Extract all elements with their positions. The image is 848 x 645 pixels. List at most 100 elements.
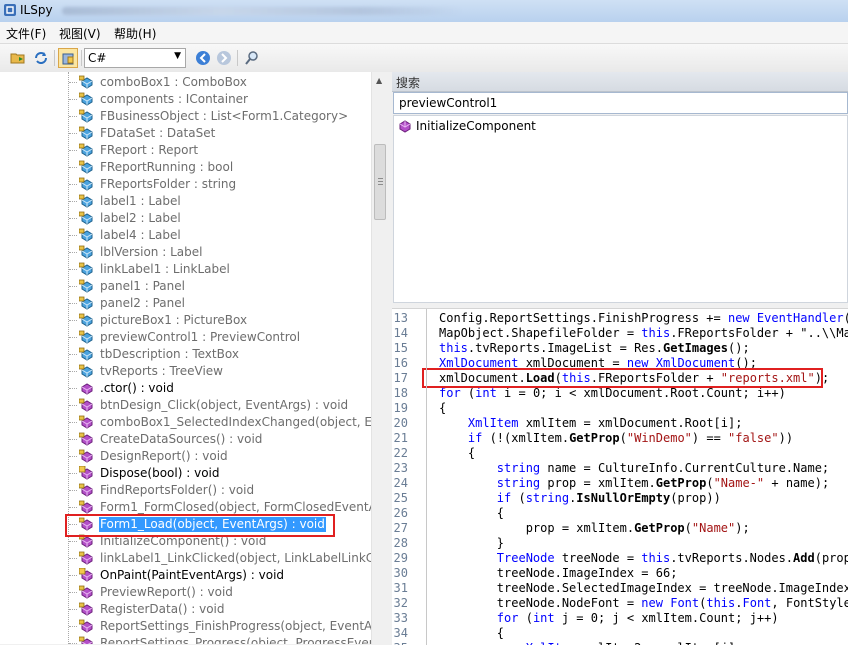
method-icon [79,500,93,514]
tree-item[interactable]: tvReports : TreeView [0,363,371,380]
code-line: 15 this.tvReports.ImageList = Res.GetImag… [392,341,848,356]
forward-button[interactable] [214,48,234,68]
tree-item[interactable]: FBusinessObject : List<Form1.Category> [0,108,371,125]
tree-item-label: linkLabel1_LinkClicked(object, LinkLabel… [100,551,371,565]
grip-line [378,184,383,185]
tree-item[interactable]: OnPaint(PaintEventArgs) : void [0,567,371,584]
tree-item[interactable]: previewControl1 : PreviewControl [0,329,371,346]
search-result-item[interactable]: InitializeComponent [394,117,847,135]
scroll-up-icon[interactable]: ▲ [376,76,382,85]
tree-item[interactable]: panel1 : Panel [0,278,371,295]
open-button[interactable] [8,48,28,68]
tree-item[interactable]: comboBox1 : ComboBox [0,74,371,91]
tree-scrollbar[interactable]: ▲ [371,72,388,644]
tree-item[interactable]: tbDescription : TextBox [0,346,371,363]
code-line: 27 prop = xmlItem.GetProp("Name"); [392,521,848,536]
code-text: if (!(xmlItem.GetProp("WinDemo") == "fal… [467,431,794,445]
tree-item[interactable]: label2 : Label [0,210,371,227]
code-text: { [439,626,505,640]
back-button[interactable] [193,48,213,68]
line-number: 17 [393,371,408,385]
tree-item-label: pictureBox1 : PictureBox [100,313,248,327]
refresh-button[interactable] [31,48,51,68]
code-line: 21 if (!(xmlItem.GetProp("WinDemo") == "… [392,431,848,446]
tree-guide-line [69,388,77,389]
scroll-thumb[interactable] [374,144,386,220]
tree-item[interactable]: panel2 : Panel [0,295,371,312]
tree-item[interactable]: DesignReport() : void [0,448,371,465]
tree-item-label: .ctor() : void [100,381,174,395]
search-input[interactable] [393,92,848,114]
tree-item-label: panel1 : Panel [100,279,185,293]
tree-item[interactable]: FReportRunning : bool [0,159,371,176]
tree-item[interactable]: FDataSet : DataSet [0,125,371,142]
code-text: string prop = xmlItem.GetProp("Name-" + … [496,476,830,490]
tree-item[interactable]: FReportsFolder : string [0,176,371,193]
tree-item[interactable]: ReportSettings_FinishProgress(object, Ev… [0,618,371,635]
field-icon [79,245,93,259]
tree-item[interactable]: label4 : Label [0,227,371,244]
decompiled-code-view[interactable]: 13 Config.ReportSettings.FinishProgress +… [392,308,848,645]
code-text: XmlItem xmlItem2 = xmlItem[j]; [439,641,743,645]
search-icon [245,51,258,65]
menu-file[interactable]: 文件(F) [6,25,46,42]
tree-item[interactable]: .ctor() : void [0,380,371,397]
tree-item[interactable]: Form1_FormClosed(object, FormClosedEvent… [0,499,371,516]
protected-method-icon [79,568,93,582]
field-icon [79,177,93,191]
tree-item[interactable]: RegisterData() : void [0,601,371,618]
tree-guide-line [69,371,77,372]
code-text: MapObject.ShapefileFolder = this.FReport… [439,326,848,340]
tree-item[interactable]: comboBox1_SelectedIndexChanged(object, E… [0,414,371,431]
search-button[interactable] [242,48,262,68]
show-members-toggle[interactable] [58,48,78,68]
tree-guide-line [69,303,77,304]
menu-help[interactable]: 帮助(H) [114,25,156,42]
tree-item-label: OnPaint(PaintEventArgs) : void [100,568,285,582]
tree-item[interactable]: Form1_Load(object, EventArgs) : void [0,516,371,533]
tree-item[interactable]: linkLabel1_LinkClicked(object, LinkLabel… [0,550,371,567]
tree-guide-line [69,269,77,270]
line-number: 33 [393,611,408,625]
assembly-tree[interactable]: comboBox1 : ComboBox components : IContai… [0,72,371,644]
line-number: 13 [393,311,408,325]
tree-item[interactable]: FindReportsFolder() : void [0,482,371,499]
method-icon [79,483,93,497]
code-text: string name = CultureInfo.CurrentCulture… [496,461,830,475]
method-icon [81,383,93,395]
tree-guide-line [69,490,77,491]
tree-item-label: FBusinessObject : List<Form1.Category> [100,109,349,123]
tree-item-label: PreviewReport() : void [100,585,233,599]
tree-item[interactable]: InitializeComponent() : void [0,533,371,550]
tree-item[interactable]: ReportSettings_Progress(object, Progress… [0,635,371,644]
tree-item-label: CreateDataSources() : void [100,432,263,446]
code-line: 35 XmlItem xmlItem2 = xmlItem[j]; [392,641,848,645]
tree-item[interactable]: lblVersion : Label [0,244,371,261]
tree-item[interactable]: Dispose(bool) : void [0,465,371,482]
tree-item-label: comboBox1_SelectedIndexChanged(object, E… [100,415,371,429]
tree-item[interactable]: FReport : Report [0,142,371,159]
language-select[interactable]: C# ▼ [84,48,186,68]
code-text: { [439,506,505,520]
tree-item[interactable]: linkLabel1 : LinkLabel [0,261,371,278]
tree-item-label: ReportSettings_FinishProgress(object, Ev… [100,619,371,633]
tree-item[interactable]: label1 : Label [0,193,371,210]
line-number: 29 [393,551,408,565]
tree-item[interactable]: components : IContainer [0,91,371,108]
line-number: 20 [393,416,408,430]
menu-view[interactable]: 视图(V) [59,25,101,42]
show-members-icon [62,53,74,65]
tree-guide-line [69,592,77,593]
code-line: 20 XmlItem xmlItem = xmlDocument.Root[i]… [392,416,848,431]
field-icon [79,347,93,361]
menu-bar: 文件(F) 视图(V) 帮助(H) [0,22,848,44]
tree-item-label: FReportRunning : bool [100,160,234,174]
search-result-label: InitializeComponent [416,119,536,133]
tree-guide-line [69,626,77,627]
tree-item[interactable]: CreateDataSources() : void [0,431,371,448]
field-icon [79,160,93,174]
tree-item[interactable]: pictureBox1 : PictureBox [0,312,371,329]
tree-item[interactable]: PreviewReport() : void [0,584,371,601]
line-number: 21 [393,431,408,445]
tree-item[interactable]: btnDesign_Click(object, EventArgs) : voi… [0,397,371,414]
